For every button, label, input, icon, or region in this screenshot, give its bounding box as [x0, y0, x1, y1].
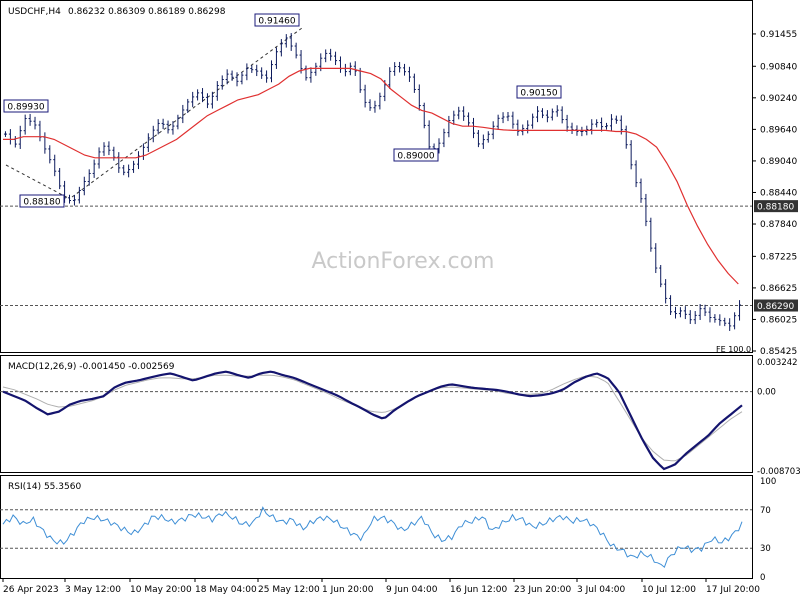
watermark-text: ActionForex.com	[312, 249, 495, 274]
price-y-tick-label: 0.87840	[760, 220, 797, 230]
rsi-layer	[0, 506, 752, 569]
x-tick-label: 3 May 12:00	[65, 585, 121, 595]
macd-panel-frame	[0, 355, 753, 473]
chart-root: ActionForex.com 0.899300.881800.914600.8…	[0, 0, 800, 595]
price-y-tick-label: 0.90240	[760, 94, 797, 104]
x-tick-label: 26 Apr 2023	[3, 585, 59, 595]
macd-layer	[0, 370, 752, 471]
x-tick-label: 23 Jun 20:00	[514, 585, 571, 595]
x-tick-label: 3 Jul 04:00	[577, 585, 626, 595]
rsi-y-tick-label: 70	[760, 506, 771, 516]
price-annotation-label: 0.91460	[258, 17, 295, 27]
symbol-title: USDCHF,H4	[8, 7, 61, 17]
rsi-y-tick-label: 30	[760, 544, 771, 554]
rsi-title: RSI(14) 55.3560	[8, 482, 81, 492]
price-panel-frame	[0, 0, 753, 353]
price-y-tick-label: 0.85425	[760, 347, 797, 357]
macd-y-tick-label: 0.003242	[757, 358, 798, 368]
rsi-line	[2, 506, 743, 569]
ohlc-readout: 0.86232 0.86309 0.86189 0.86298	[68, 7, 226, 17]
x-tick-label: 18 May 04:00	[195, 585, 257, 595]
price-y-tick-label: 0.87225	[760, 252, 797, 262]
price-y-tick-label: 0.89640	[760, 125, 797, 135]
x-tick-label: 10 Jul 12:00	[642, 585, 696, 595]
trendline-2	[71, 27, 303, 198]
x-tick-label: 17 Jul 20:00	[706, 585, 760, 595]
price-y-tick-label: 0.86025	[760, 315, 797, 325]
price-y-tick-label: 0.91455	[760, 30, 797, 40]
trendline-1	[5, 164, 71, 200]
price-annotation-label: 0.90150	[520, 89, 557, 99]
level-price-tag-label: 0.88180	[757, 203, 794, 213]
x-tick-label: 1 Jun 20:00	[322, 585, 374, 595]
macd-y-tick-label: 0.00	[757, 388, 776, 398]
price-annotation-label: 0.88180	[23, 198, 60, 208]
x-tick-label: 25 May 12:00	[258, 585, 320, 595]
price-y-tick-label: 0.88440	[760, 188, 797, 198]
x-tick-label: 10 May 20:00	[130, 585, 192, 595]
rsi-y-tick-label: 0	[760, 573, 765, 583]
rsi-y-tick-label: 100	[760, 477, 776, 487]
level-price-tag-label: 0.86290	[757, 302, 794, 312]
macd-y-tick-label: -0.008703	[757, 467, 800, 477]
price-y-tick-label: 0.89040	[760, 157, 797, 167]
price-y-tick-label: 0.90840	[760, 62, 797, 72]
price-layer: 0.89930 0.88180 0.91460 0.89000 0.90150	[0, 13, 752, 331]
price-annotation-label: 0.89000	[397, 152, 434, 162]
macd-title: MACD(12,26,9) -0.001450 -0.002569	[8, 362, 175, 372]
fibo-label: FE 100.0	[716, 345, 751, 354]
price-annotation-label: 0.89930	[7, 103, 44, 113]
x-tick-label: 9 Jun 04:00	[386, 585, 438, 595]
x-tick-label: 16 Jun 12:00	[450, 585, 507, 595]
rsi-panel-frame	[0, 475, 753, 579]
price-y-tick-label: 0.86625	[760, 284, 797, 294]
